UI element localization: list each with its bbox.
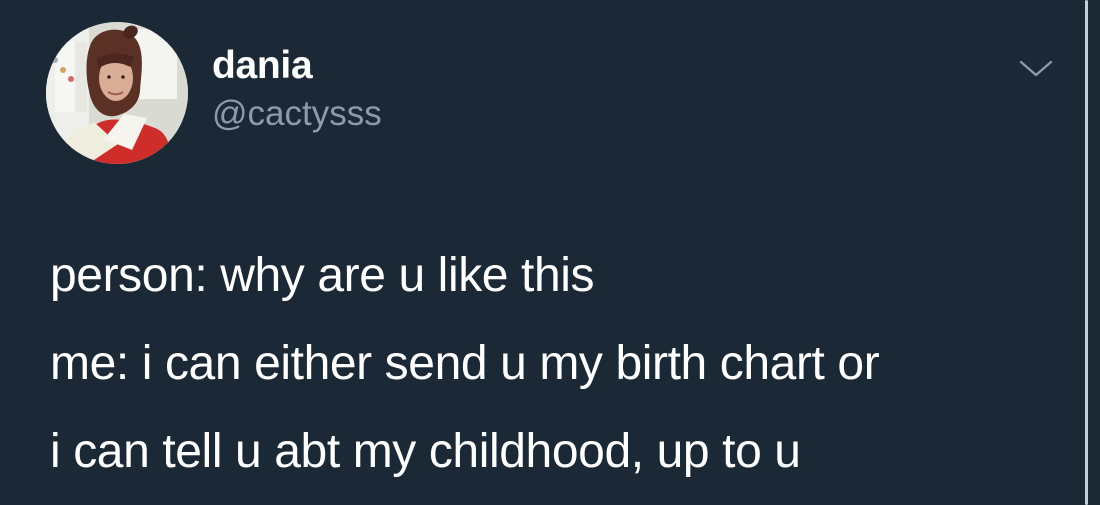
avatar-image (46, 22, 188, 164)
tweet-line-me-response: me: i can either send u my birth chart o… (50, 337, 880, 390)
tweet-body: person: why are u like this me: i can ei… (50, 232, 1060, 496)
author-handle[interactable]: @cactysss (212, 92, 382, 136)
author-display-name[interactable]: dania (212, 42, 313, 90)
tweet-line-childhood-option: i can tell u abt my childhood, up to u (50, 425, 801, 478)
scrollbar-track[interactable] (1085, 0, 1088, 505)
chevron-down-icon[interactable] (1016, 55, 1056, 81)
scrollbar[interactable] (1082, 0, 1100, 505)
tweet-line-person-question: person: why are u like this (50, 249, 595, 302)
tweet-card: dania @cactysss person: why are u like t… (0, 0, 1082, 505)
profile-avatar[interactable] (46, 22, 188, 164)
